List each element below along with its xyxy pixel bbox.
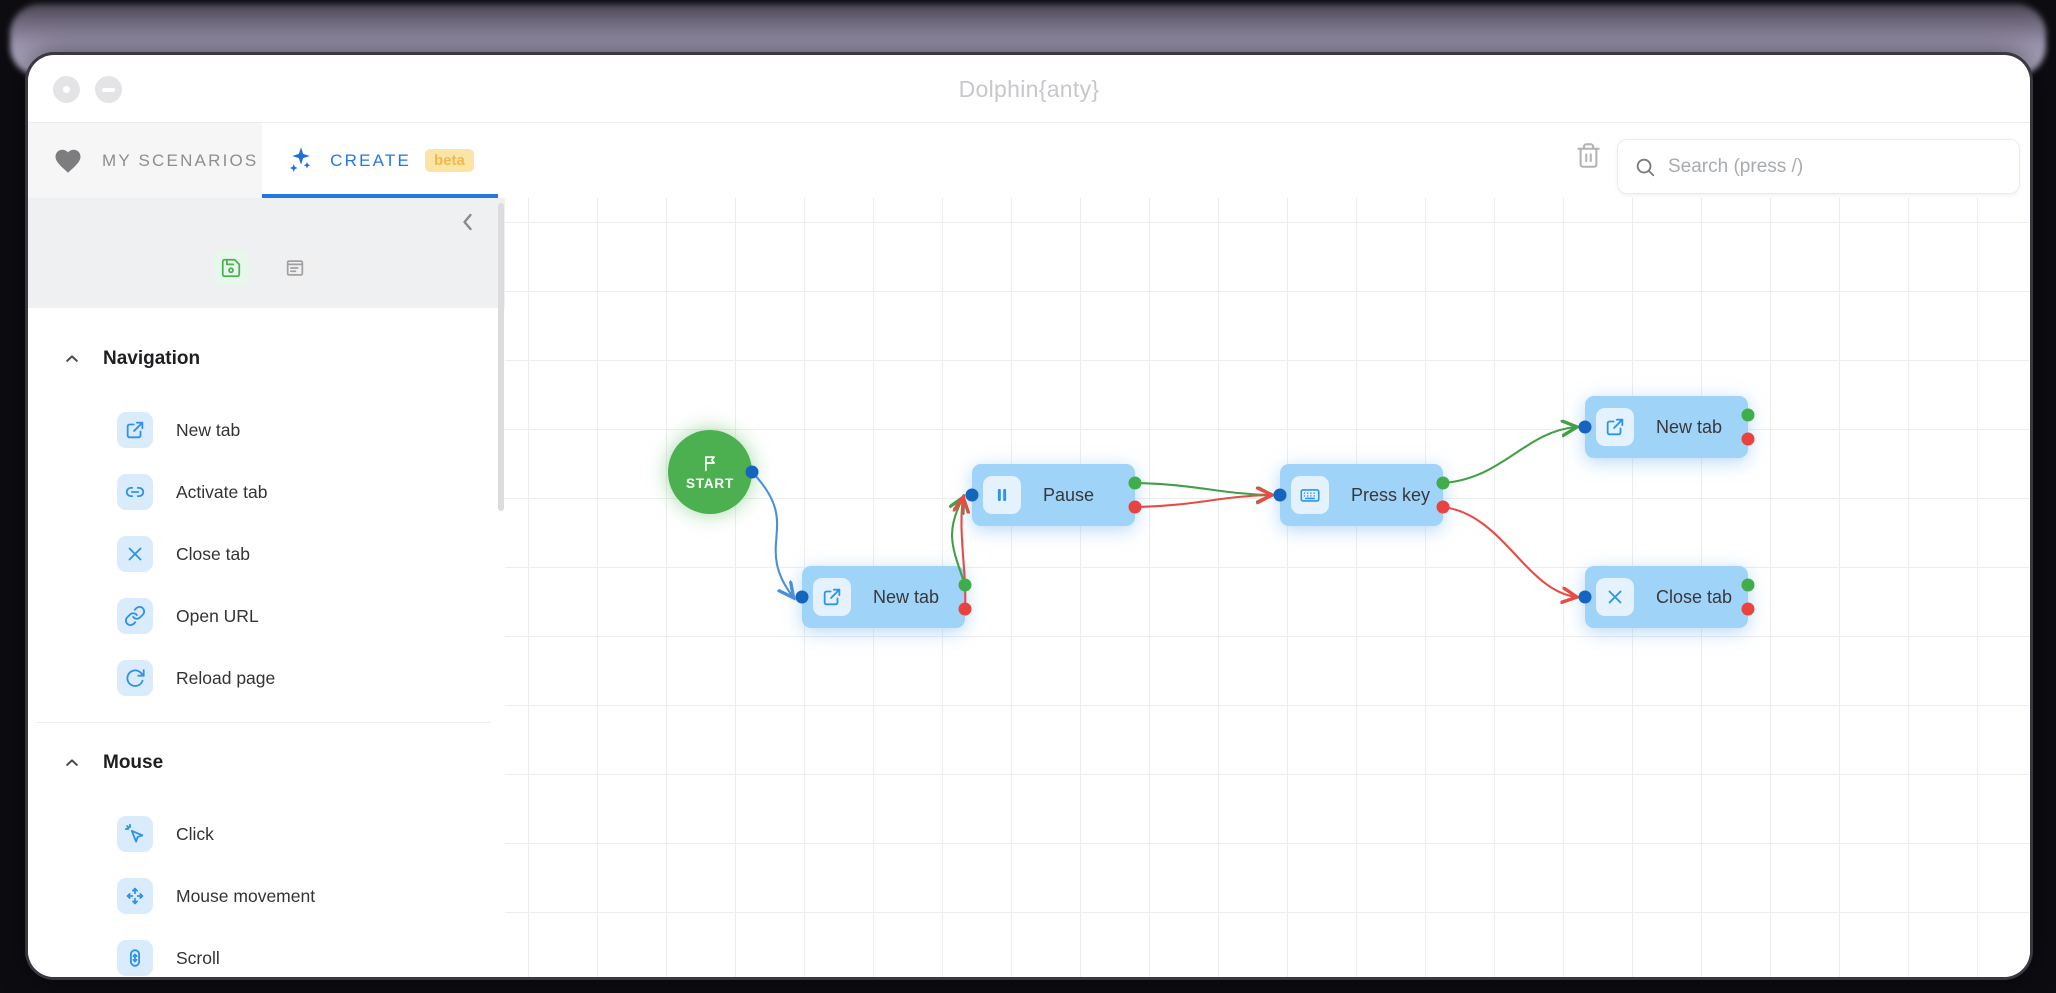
port-error-pause[interactable] <box>1129 501 1142 514</box>
sidebar-item-new-tab[interactable]: New tab <box>28 412 505 448</box>
sidebar-item-label: Open URL <box>176 606 259 627</box>
port-success-newtab1[interactable] <box>959 579 972 592</box>
section-label: Mouse <box>103 751 163 775</box>
scroll-icon <box>117 940 153 976</box>
tab-create-label: CREATE <box>330 151 411 171</box>
keyboard-icon <box>1291 476 1329 514</box>
port-out-start[interactable] <box>746 466 759 479</box>
search-input[interactable] <box>1668 156 2003 178</box>
port-in-newtab1[interactable] <box>796 591 809 604</box>
sidebar-item-label: New tab <box>176 420 240 441</box>
click-icon <box>117 816 153 852</box>
app-window: Dolphin{anty} MY SCENARIOS CREATE beta <box>28 55 2030 977</box>
sidebar-sections: Navigation New tab Activate tab Close tab Op… <box>28 308 505 976</box>
section-header-navigation[interactable]: Navigation <box>28 347 505 371</box>
save-icon <box>220 257 242 279</box>
tab-create[interactable]: CREATE beta <box>262 123 498 198</box>
edge-pause-to-presskey <box>1135 495 1271 507</box>
scenario-canvas[interactable]: START New tab Pause Press key New tab Close t… <box>505 198 2030 977</box>
main-area: Navigation New tab Activate tab Close tab Op… <box>28 198 2030 977</box>
close-tab-icon <box>1596 578 1634 616</box>
move-icon <box>117 878 153 914</box>
sidebar-tools-header <box>28 198 505 308</box>
port-in-newtab2[interactable] <box>1579 421 1592 434</box>
tab-my-scenarios[interactable]: MY SCENARIOS <box>28 123 262 198</box>
chevron-left-icon[interactable] <box>456 210 480 234</box>
reload-icon <box>117 660 153 696</box>
node-pause[interactable]: Pause <box>972 464 1135 526</box>
sidebar-item-open-url[interactable]: Open URL <box>28 598 505 634</box>
new-tab-icon <box>117 412 153 448</box>
port-success-newtab2[interactable] <box>1742 409 1755 422</box>
sidebar-item-label: Scroll <box>176 948 220 969</box>
sidebar-scrollbar[interactable] <box>498 203 504 511</box>
node-label: New tab <box>1656 417 1722 438</box>
sidebar-item-label: Close tab <box>176 544 250 565</box>
pause-icon <box>983 476 1021 514</box>
blocks-sidebar: Navigation New tab Activate tab Close tab Op… <box>28 198 505 977</box>
node-label: New tab <box>873 587 939 608</box>
port-success-pause[interactable] <box>1129 477 1142 490</box>
port-in-closetab[interactable] <box>1579 591 1592 604</box>
edge-presskey-to-closetab <box>1443 507 1576 597</box>
layout-panel-button[interactable] <box>277 250 313 286</box>
activate-tab-icon <box>117 474 153 510</box>
sidebar-item-mouse-movement[interactable]: Mouse movement <box>28 878 505 914</box>
section-divider <box>36 722 491 723</box>
beta-badge: beta <box>425 149 474 172</box>
heart-icon <box>53 146 83 176</box>
port-in-pause[interactable] <box>966 489 979 502</box>
panel-icon <box>284 257 306 279</box>
node-start[interactable]: START <box>668 430 752 514</box>
port-error-closetab[interactable] <box>1742 603 1755 616</box>
new-tab-icon <box>813 578 851 616</box>
close-tab-icon <box>117 536 153 572</box>
node-newtab1[interactable]: New tab <box>802 566 965 628</box>
flag-icon <box>699 453 721 475</box>
sidebar-item-label: Reload page <box>176 668 275 689</box>
node-newtab2[interactable]: New tab <box>1585 396 1748 458</box>
save-scenario-button[interactable] <box>213 250 249 286</box>
app-title: Dolphin{anty} <box>28 55 2030 123</box>
chevron-up-icon <box>63 350 81 368</box>
port-error-newtab1[interactable] <box>959 603 972 616</box>
node-label: START <box>686 476 734 491</box>
node-label: Press key <box>1351 485 1430 506</box>
sidebar-item-label: Activate tab <box>176 482 267 503</box>
port-in-presskey[interactable] <box>1274 489 1287 502</box>
node-presskey[interactable]: Press key <box>1280 464 1443 526</box>
node-label: Close tab <box>1656 587 1732 608</box>
port-error-presskey[interactable] <box>1437 501 1450 514</box>
tab-my-scenarios-label: MY SCENARIOS <box>102 151 258 171</box>
edge-presskey-to-newtab2 <box>1443 427 1576 483</box>
sidebar-item-label: Click <box>176 824 214 845</box>
chevron-up-icon <box>63 754 81 772</box>
sidebar-item-click[interactable]: Click <box>28 816 505 852</box>
section-label: Navigation <box>103 347 200 371</box>
open-url-icon <box>117 598 153 634</box>
edge-start-to-newtab1 <box>752 472 793 597</box>
sidebar-item-label: Mouse movement <box>176 886 315 907</box>
header-row: MY SCENARIOS CREATE beta <box>28 123 2030 198</box>
port-success-presskey[interactable] <box>1437 477 1450 490</box>
trash-icon[interactable] <box>1575 142 1602 169</box>
port-success-closetab[interactable] <box>1742 579 1755 592</box>
node-closetab[interactable]: Close tab <box>1585 566 1748 628</box>
sidebar-item-activate-tab[interactable]: Activate tab <box>28 474 505 510</box>
sidebar-item-reload-page[interactable]: Reload page <box>28 660 505 696</box>
search-box <box>1617 139 2020 194</box>
edge-pause-to-presskey <box>1135 483 1271 495</box>
search-icon <box>1634 156 1656 178</box>
title-bar: Dolphin{anty} <box>28 55 2030 123</box>
port-error-newtab2[interactable] <box>1742 433 1755 446</box>
sidebar-item-close-tab[interactable]: Close tab <box>28 536 505 572</box>
node-label: Pause <box>1043 485 1094 506</box>
edges-layer <box>505 198 2030 977</box>
new-tab-icon <box>1596 408 1634 446</box>
sidebar-item-scroll[interactable]: Scroll <box>28 940 505 976</box>
section-header-mouse[interactable]: Mouse <box>28 751 505 775</box>
sparkles-icon <box>286 146 316 176</box>
